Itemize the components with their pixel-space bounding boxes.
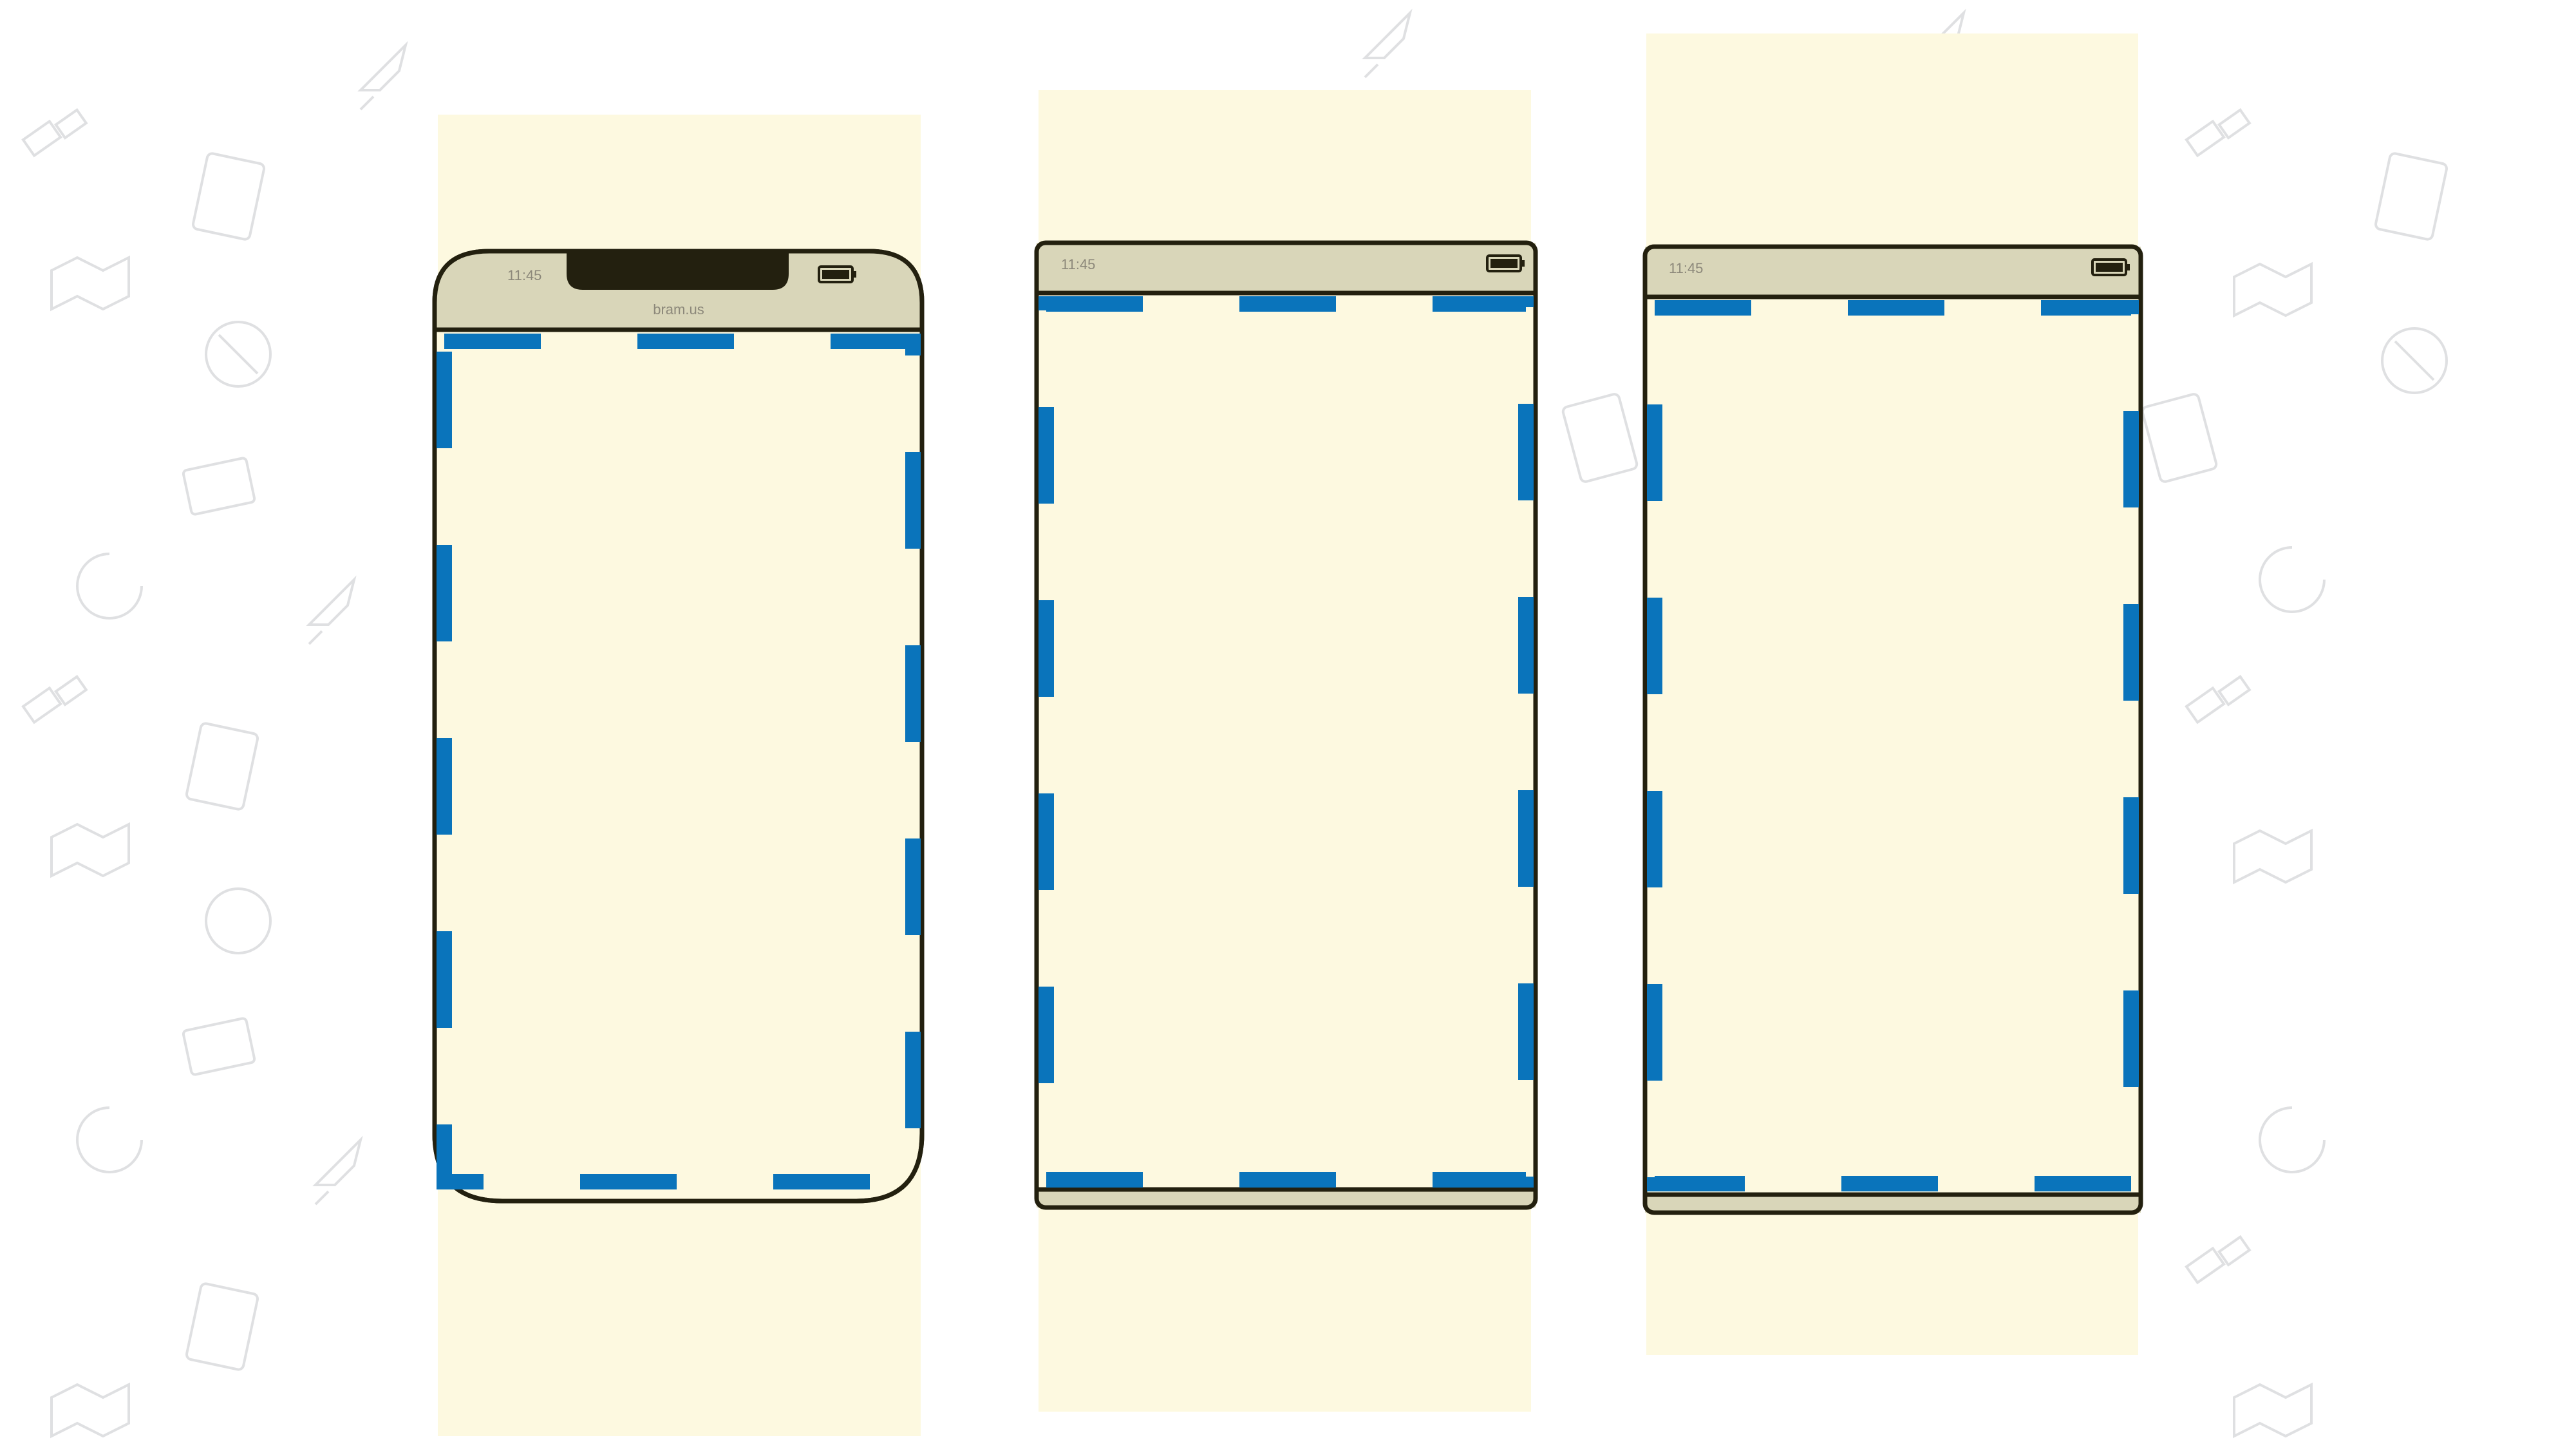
refresh-icon (2259, 1106, 2326, 1173)
map-pin-icon (50, 822, 130, 878)
browser-icon (205, 887, 272, 954)
map-pin-icon (2233, 828, 2313, 885)
html-file-icon (185, 1282, 259, 1371)
bottom-bar (1037, 1189, 1536, 1208)
rocket-icon (306, 575, 357, 645)
status-time: 11:45 (1669, 260, 1703, 276)
refresh-icon (2259, 546, 2326, 613)
device-phone-notch: 11:45 bram.us (432, 249, 925, 1204)
refresh-icon (76, 1106, 143, 1173)
rocket-icon (1362, 8, 1413, 79)
status-bar (1645, 247, 2141, 297)
rocket-icon (357, 41, 408, 111)
css-file-icon (2141, 393, 2218, 483)
rocket-icon (312, 1135, 363, 1206)
html-file-icon (2374, 152, 2449, 241)
browser-icon (2381, 327, 2448, 394)
status-bar (1037, 243, 1536, 293)
device-body (432, 249, 925, 1204)
bottom-bar (1645, 1195, 2141, 1213)
status-time: 11:45 (1061, 256, 1095, 272)
viewport-units-diagram: 11:45 bram.us 11:45 11:45 (21, 8, 2449, 1439)
html-file-icon (185, 722, 259, 811)
map-pin-icon (50, 1382, 130, 1439)
device-phone-flat-2: 11:45 (1642, 244, 2143, 1215)
device-phone-flat-1: 11:45 (1034, 240, 1538, 1210)
satellite-icon (21, 674, 88, 724)
satellite-icon (2185, 674, 2252, 724)
map-pin-icon (2233, 1382, 2313, 1439)
html-file-icon (191, 152, 266, 241)
browser-icon (205, 321, 272, 388)
notch (567, 251, 789, 290)
device-body (1645, 247, 2141, 1213)
laptop-icon (182, 457, 256, 516)
status-time: 11:45 (507, 267, 541, 283)
refresh-icon (76, 553, 143, 620)
css-file-icon (1561, 393, 1639, 483)
map-pin-icon (2233, 261, 2313, 318)
satellite-icon (21, 108, 88, 158)
satellite-icon (2185, 108, 2252, 158)
device-body (1037, 243, 1536, 1208)
laptop-icon (182, 1017, 256, 1076)
map-pin-icon (50, 255, 130, 312)
url-text: bram.us (653, 301, 704, 317)
satellite-icon (2185, 1235, 2252, 1285)
